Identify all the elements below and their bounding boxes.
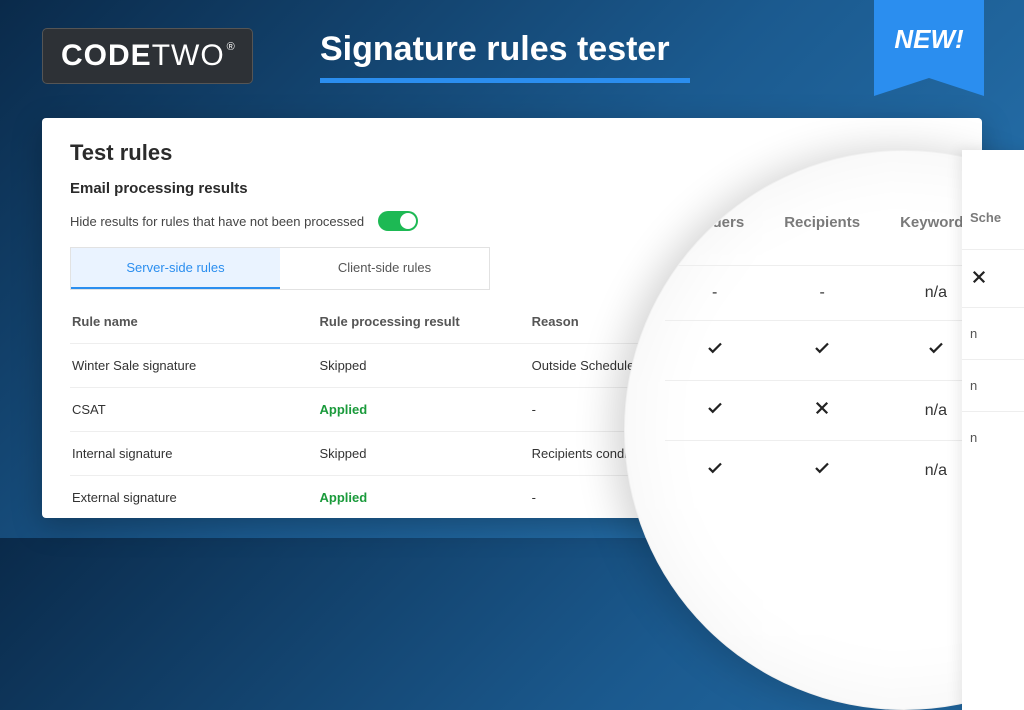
cell-rule-name: Internal signature: [70, 432, 318, 476]
cell-recipients: -: [764, 266, 880, 321]
cross-icon: [813, 399, 831, 417]
check-icon: [706, 339, 724, 357]
cell-scheduler: [962, 250, 1024, 308]
cell-rule-name: External signature: [70, 476, 318, 520]
rule-scope-tabs: Server-side rules Client-side rules: [70, 247, 490, 290]
cell-senders: -: [665, 266, 764, 321]
hide-unprocessed-toggle[interactable]: [378, 211, 418, 231]
cell-senders: [665, 381, 764, 441]
new-badge: NEW!: [874, 0, 984, 96]
cell-rule-name: CSAT: [70, 388, 318, 432]
page-title-underline: [320, 78, 690, 83]
brand-part1: CODE: [61, 39, 152, 72]
edge-strip: Sche nnn: [962, 150, 1024, 710]
cell-senders: [665, 321, 764, 381]
cell-recipients: [764, 321, 880, 381]
table-row: n: [962, 412, 1024, 464]
cell-recipients: [764, 441, 880, 501]
table-row: n: [962, 360, 1024, 412]
cell-rule-result: Skipped: [318, 344, 530, 388]
check-icon: [706, 459, 724, 477]
registered-mark: ®: [227, 41, 236, 53]
check-icon: [706, 399, 724, 417]
check-icon: [927, 339, 945, 357]
cross-icon: [970, 268, 988, 286]
col-senders: Senders: [665, 191, 764, 266]
col-scheduler: Sche: [962, 150, 1024, 250]
col-rule-result: Rule processing result: [318, 302, 530, 344]
cell-senders: [665, 441, 764, 501]
table-row: [962, 250, 1024, 308]
check-icon: [813, 339, 831, 357]
cell-rule-result: Applied: [318, 476, 530, 520]
new-badge-label: NEW!: [874, 0, 984, 78]
tab-client-side[interactable]: Client-side rules: [280, 248, 489, 289]
cell-scheduler: n: [962, 308, 1024, 360]
col-rule-name: Rule name: [70, 302, 318, 344]
brand-logo: CODETWO®: [42, 28, 253, 84]
tab-server-side[interactable]: Server-side rules: [71, 248, 280, 289]
check-icon: [813, 459, 831, 477]
cell-rule-name: Winter Sale signature: [70, 344, 318, 388]
table-row: n: [962, 308, 1024, 360]
col-recipients: Recipients: [764, 191, 880, 266]
cell-rule-result: Applied: [318, 388, 530, 432]
cell-scheduler: n: [962, 360, 1024, 412]
toggle-label: Hide results for rules that have not bee…: [70, 214, 364, 229]
cell-rule-result: Skipped: [318, 432, 530, 476]
cell-recipients: [764, 381, 880, 441]
cell-scheduler: n: [962, 412, 1024, 464]
page-title: Signature rules tester: [320, 30, 670, 69]
brand-part2: TWO: [152, 39, 225, 72]
